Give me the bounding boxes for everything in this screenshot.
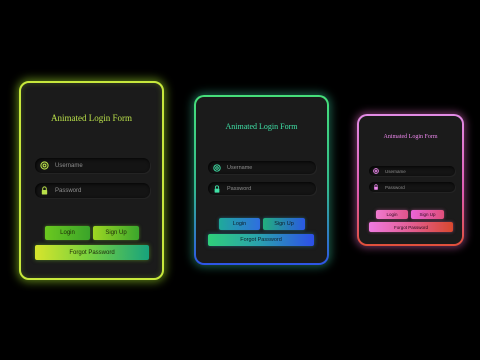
- lock-icon: [373, 184, 379, 190]
- forgot-password-button[interactable]: Forgot Password: [35, 245, 149, 260]
- signup-button[interactable]: Sign Up: [411, 210, 444, 219]
- username-field[interactable]: Username: [208, 161, 316, 174]
- password-placeholder: Password: [385, 184, 405, 190]
- password-field[interactable]: Password: [369, 182, 455, 192]
- login-button[interactable]: Login: [376, 210, 408, 219]
- login-form-card-teal: Animated Login Form Username Password Lo…: [194, 95, 329, 265]
- username-placeholder: Username: [227, 164, 253, 171]
- form-title: Animated Login Form: [383, 134, 438, 140]
- lock-icon: [213, 184, 221, 193]
- lock-icon: [40, 186, 49, 195]
- signup-button[interactable]: Sign Up: [93, 226, 139, 240]
- username-field[interactable]: Username: [369, 166, 455, 176]
- login-form-card-pink: Animated Login Form Username Password Lo…: [357, 114, 464, 246]
- login-button[interactable]: Login: [45, 226, 90, 240]
- at-icon: [373, 168, 379, 174]
- password-field[interactable]: Password: [35, 183, 150, 198]
- password-placeholder: Password: [227, 185, 252, 192]
- username-placeholder: Username: [385, 168, 406, 174]
- login-form-card-green: Animated Login Form Username Password Lo…: [19, 81, 164, 280]
- username-placeholder: Username: [55, 162, 83, 169]
- password-field[interactable]: Password: [208, 182, 316, 195]
- at-icon: [213, 163, 221, 172]
- at-icon: [40, 161, 49, 170]
- form-title: Animated Login Form: [225, 122, 298, 131]
- signup-button[interactable]: Sign Up: [263, 218, 305, 230]
- password-placeholder: Password: [55, 187, 82, 194]
- username-field[interactable]: Username: [35, 158, 150, 173]
- forgot-password-button[interactable]: Forgot Password: [369, 222, 453, 232]
- form-title: Animated Login Form: [51, 113, 132, 123]
- login-button[interactable]: Login: [219, 218, 260, 230]
- forgot-password-button[interactable]: Forgot Password: [208, 234, 314, 246]
